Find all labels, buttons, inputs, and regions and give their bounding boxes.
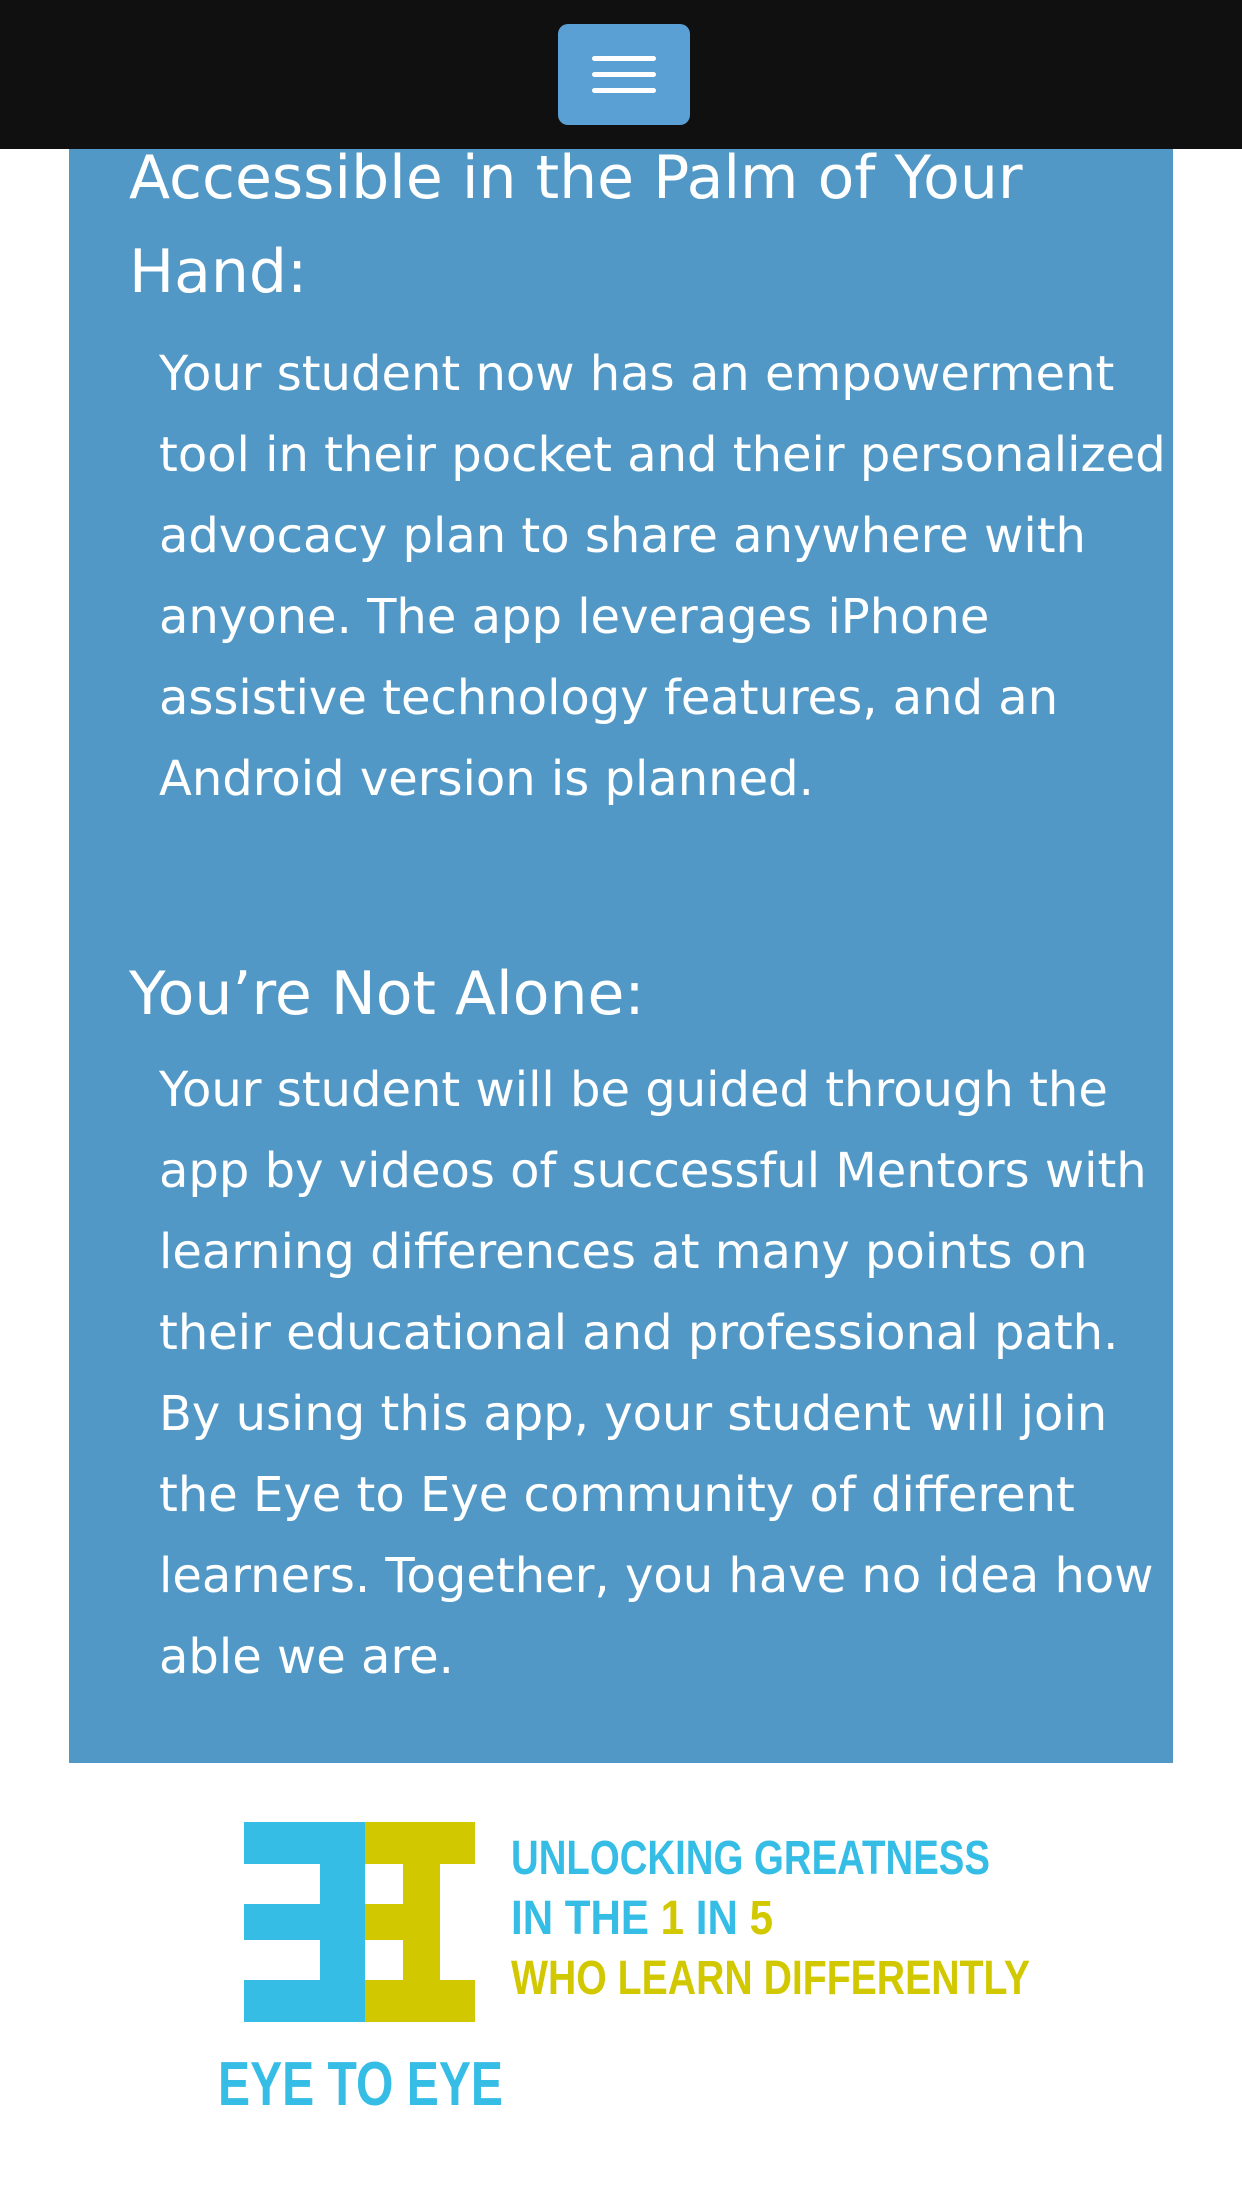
eye-to-eye-logo: UNLOCKING GREATNESS IN THE 1 IN 5 WHO LE… [218, 1822, 1030, 2119]
logo-tagline-line1: UNLOCKING GREATNESS [511, 1832, 990, 1885]
logo-tagline-line3: WHO LEARN DIFFERENTLY [511, 1952, 1030, 2005]
logo-tagline-line2: IN THE 1 IN 5 [511, 1892, 773, 1945]
logo-brand-name: EYE TO EYE [218, 2050, 503, 2112]
eye-to-eye-logo-graphic: UNLOCKING GREATNESS IN THE 1 IN 5 WHO LE… [218, 1822, 1030, 2119]
logo-yellow-shape [365, 1822, 475, 2022]
logo-blue-e-shape [244, 1822, 365, 2022]
section-heading-accessible: Accessible in the Palm of Your Hand: [129, 143, 1023, 307]
section-body-not-alone: Your student will be guided through the … [159, 1062, 1154, 1685]
menu-toggle-button[interactable] [558, 24, 690, 125]
content-panel: Accessible in the Palm of Your Hand: You… [69, 0, 1173, 1763]
section-heading-not-alone: You’re Not Alone: [129, 959, 645, 1029]
top-navbar [0, 0, 1242, 149]
section-body-accessible: Your student now has an empowerment tool… [159, 346, 1166, 807]
